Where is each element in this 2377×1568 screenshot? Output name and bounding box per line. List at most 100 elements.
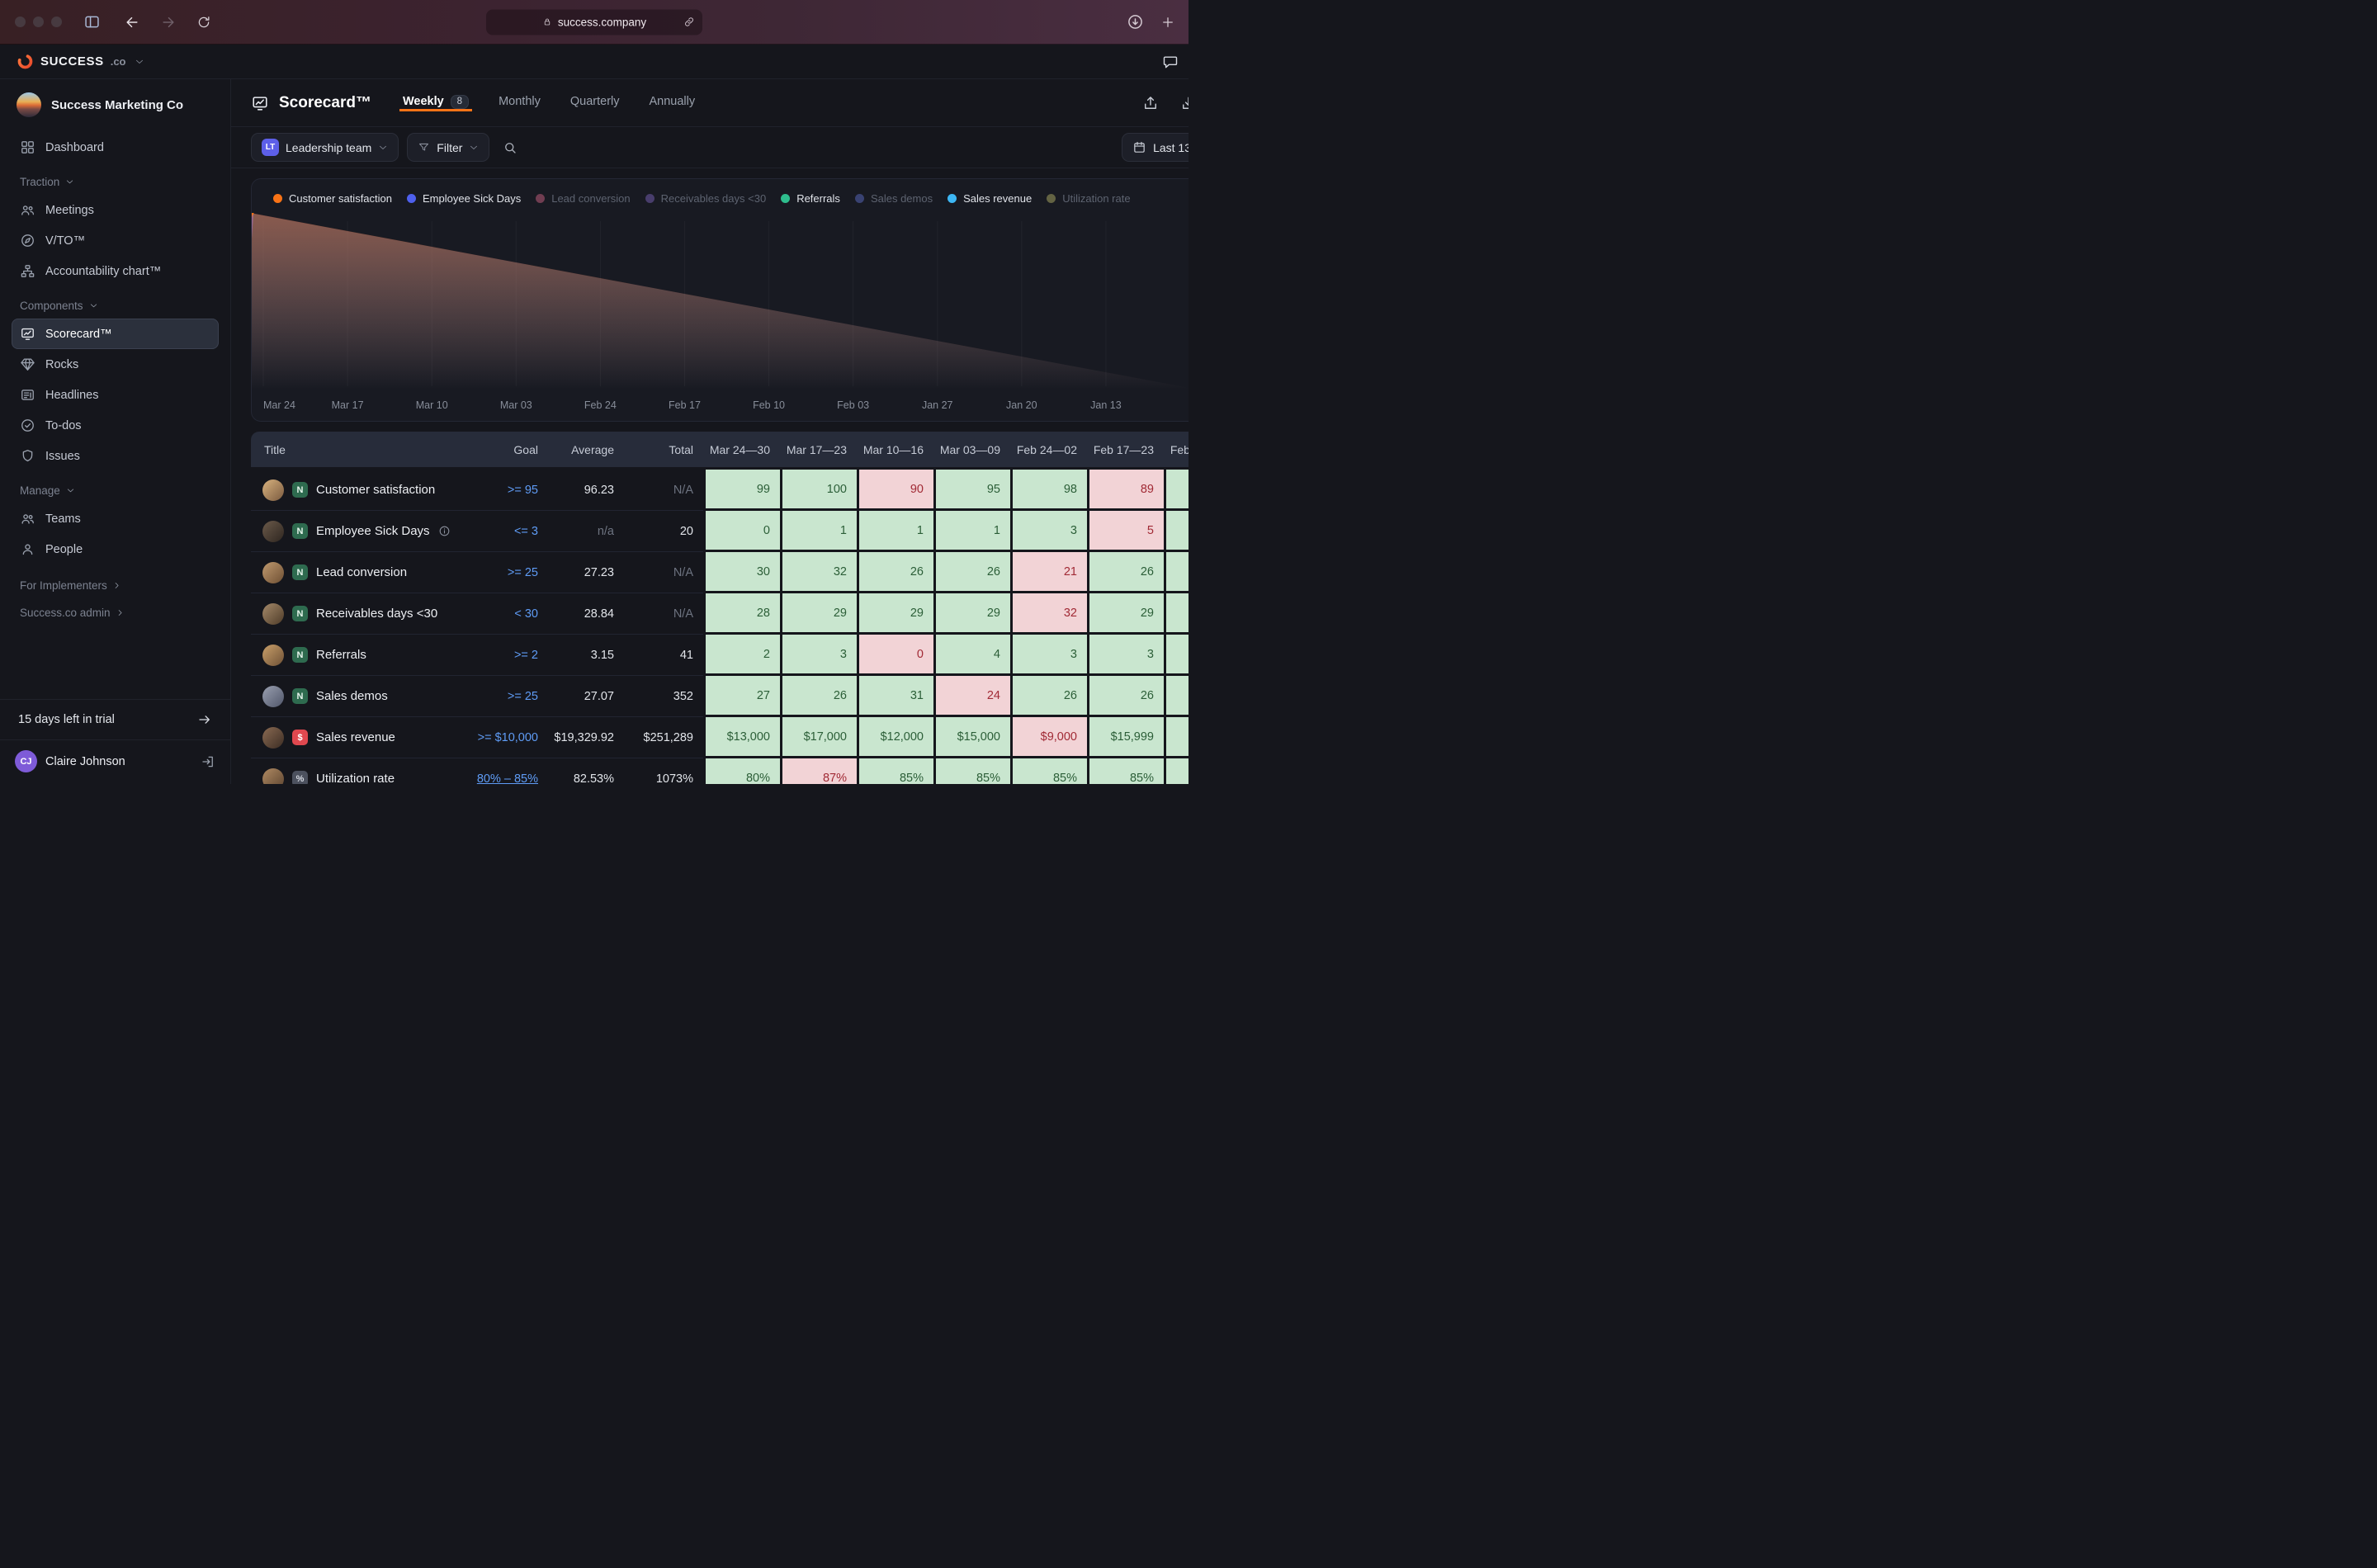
value-cell[interactable]: 85% (857, 758, 933, 784)
metric-title-cell[interactable]: %Utilization rate (251, 758, 475, 784)
link-icon[interactable] (683, 17, 695, 28)
table-row-sales-revenue[interactable]: $Sales revenue>= $10,000$19,329.92$251,2… (251, 717, 1188, 758)
value-cell[interactable]: 1 (857, 511, 933, 552)
value-cell[interactable]: 26 (857, 552, 933, 593)
arrow-right-icon[interactable] (197, 712, 212, 727)
value-cell[interactable] (1164, 552, 1188, 593)
legend-item-sales-revenue[interactable]: Sales revenue (947, 192, 1032, 205)
metric-title-cell[interactable]: NEmployee Sick Days (251, 511, 475, 552)
info-icon[interactable] (438, 525, 451, 537)
value-cell[interactable]: 85% (1010, 758, 1087, 784)
new-tab-icon[interactable] (1160, 15, 1175, 30)
value-cell[interactable]: 32 (1010, 593, 1087, 635)
value-cell[interactable]: 0 (703, 511, 780, 552)
metric-title-cell[interactable]: $Sales revenue (251, 717, 475, 758)
goal-cell[interactable]: < 30 (475, 593, 548, 635)
value-cell[interactable]: $15,999 (1087, 717, 1164, 758)
metric-title-cell[interactable]: NCustomer satisfaction (251, 470, 475, 511)
sidebar-item-teams[interactable]: Teams (12, 503, 219, 534)
legend-item-receivables-days-30[interactable]: Receivables days <30 (645, 192, 767, 205)
table-row-sales-demos[interactable]: NSales demos>= 2527.07352272631242626 (251, 676, 1188, 717)
section-label-traction[interactable]: Traction (12, 163, 219, 195)
tab-weekly[interactable]: Weekly8 (399, 95, 472, 111)
chat-icon[interactable] (1162, 54, 1179, 70)
table-row-utilization-rate[interactable]: %Utilization rate80% – 85%82.53%1073%80%… (251, 758, 1188, 784)
search-icon[interactable] (498, 140, 522, 155)
value-cell[interactable]: 2 (703, 635, 780, 676)
chevron-down-icon[interactable] (135, 57, 144, 67)
download-icon[interactable] (1180, 95, 1188, 111)
value-cell[interactable]: 29 (933, 593, 1010, 635)
legend-item-lead-conversion[interactable]: Lead conversion (536, 192, 630, 205)
goal-cell[interactable]: >= 2 (475, 635, 548, 676)
sidebar-item-scorecard[interactable]: Scorecard™ (12, 319, 219, 349)
goal-cell[interactable]: >= $10,000 (475, 717, 548, 758)
sidebar-item-v-to[interactable]: V/TO™ (12, 225, 219, 256)
sidebar-item-meetings[interactable]: Meetings (12, 195, 219, 225)
sign-out-icon[interactable] (201, 754, 215, 769)
value-cell[interactable]: 95 (933, 470, 1010, 511)
sidebar-toggle-icon[interactable] (83, 13, 101, 31)
table-row-referrals[interactable]: NReferrals>= 23.1541230433 (251, 635, 1188, 676)
value-cell[interactable]: 1 (780, 511, 857, 552)
sidebar-item-accountability-chart[interactable]: Accountability chart™ (12, 256, 219, 286)
value-cell[interactable]: 3 (1010, 635, 1087, 676)
table-row-employee-sick-days[interactable]: NEmployee Sick Days<= 3n/a20011135 (251, 511, 1188, 552)
filter-button[interactable]: Filter (407, 133, 489, 162)
value-cell[interactable]: 26 (933, 552, 1010, 593)
downloads-icon[interactable] (1127, 13, 1144, 31)
value-cell[interactable]: 1 (933, 511, 1010, 552)
column-header-total[interactable]: Total (624, 443, 703, 456)
value-cell[interactable] (1164, 717, 1188, 758)
metric-title-cell[interactable]: NLead conversion (251, 552, 475, 593)
table-row-customer-satisfaction[interactable]: NCustomer satisfaction>= 9596.23N/A99100… (251, 470, 1188, 511)
value-cell[interactable]: 3 (1010, 511, 1087, 552)
goal-cell[interactable]: >= 25 (475, 676, 548, 717)
value-cell[interactable]: 87% (780, 758, 857, 784)
trial-banner[interactable]: 15 days left in trial (0, 699, 230, 739)
value-cell[interactable]: 85% (933, 758, 1010, 784)
minimize-button[interactable] (33, 17, 44, 27)
value-cell[interactable]: 26 (1087, 552, 1164, 593)
value-cell[interactable]: 32 (780, 552, 857, 593)
column-header-title[interactable]: Title (251, 443, 475, 456)
value-cell[interactable] (1164, 676, 1188, 717)
value-cell[interactable]: 27 (703, 676, 780, 717)
tab-monthly[interactable]: Monthly (495, 95, 544, 111)
value-cell[interactable]: 24 (933, 676, 1010, 717)
value-cell[interactable]: 98 (1010, 470, 1087, 511)
value-cell[interactable] (1164, 635, 1188, 676)
column-header-week[interactable]: Feb 10—16 (1164, 443, 1188, 456)
goal-cell[interactable]: >= 25 (475, 552, 548, 593)
value-cell[interactable]: 3 (780, 635, 857, 676)
value-cell[interactable]: 26 (780, 676, 857, 717)
column-header-week[interactable]: Feb 24—02 (1010, 443, 1087, 456)
sidebar-item-headlines[interactable]: Headlines (12, 380, 219, 410)
value-cell[interactable]: 21 (1010, 552, 1087, 593)
column-header-average[interactable]: Average (548, 443, 624, 456)
value-cell[interactable] (1164, 593, 1188, 635)
sidebar-item-issues[interactable]: Issues (12, 441, 219, 471)
team-selector[interactable]: LT Leadership team (251, 133, 399, 162)
value-cell[interactable]: 29 (857, 593, 933, 635)
sidebar-link-success-co-admin[interactable]: Success.co admin (12, 592, 219, 619)
value-cell[interactable]: 3 (1087, 635, 1164, 676)
value-cell[interactable]: 31 (857, 676, 933, 717)
column-header-week[interactable]: Mar 10—16 (857, 443, 933, 456)
address-bar[interactable]: success.company (486, 9, 702, 35)
metric-title-cell[interactable]: NReferrals (251, 635, 475, 676)
zoom-button[interactable] (51, 17, 62, 27)
user-row[interactable]: CJ Claire Johnson (0, 739, 230, 784)
forward-icon[interactable] (160, 14, 177, 31)
sidebar-item-rocks[interactable]: Rocks (12, 349, 219, 380)
column-header-week[interactable]: Mar 03—09 (933, 443, 1010, 456)
section-label-manage[interactable]: Manage (12, 471, 219, 503)
value-cell[interactable]: $9,000 (1010, 717, 1087, 758)
table-row-receivables-days-30[interactable]: NReceivables days <30< 3028.84N/A2829292… (251, 593, 1188, 635)
value-cell[interactable]: 29 (780, 593, 857, 635)
value-cell[interactable] (1164, 511, 1188, 552)
value-cell[interactable]: 89 (1087, 470, 1164, 511)
legend-item-referrals[interactable]: Referrals (781, 192, 840, 205)
value-cell[interactable]: 28 (703, 593, 780, 635)
column-header-week[interactable]: Feb 17—23 (1087, 443, 1164, 456)
